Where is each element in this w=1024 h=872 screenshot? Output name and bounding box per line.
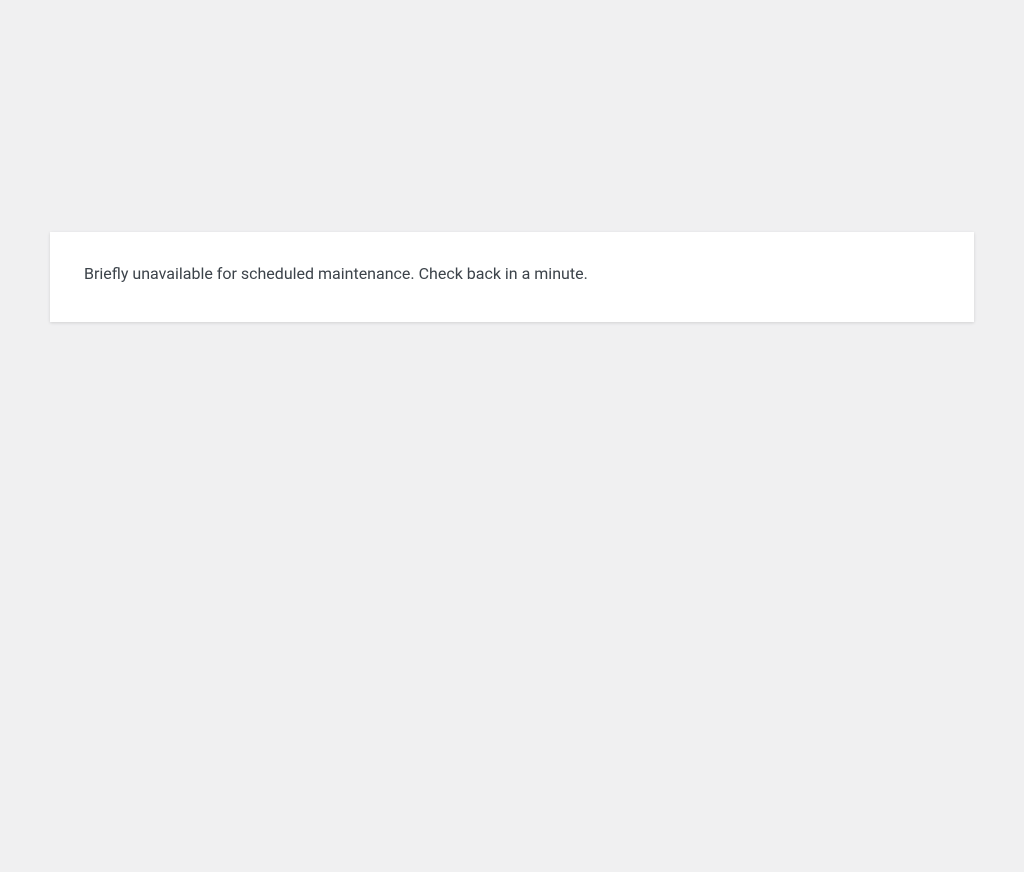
maintenance-message: Briefly unavailable for scheduled mainte… <box>84 262 946 286</box>
maintenance-panel: Briefly unavailable for scheduled mainte… <box>50 232 974 322</box>
